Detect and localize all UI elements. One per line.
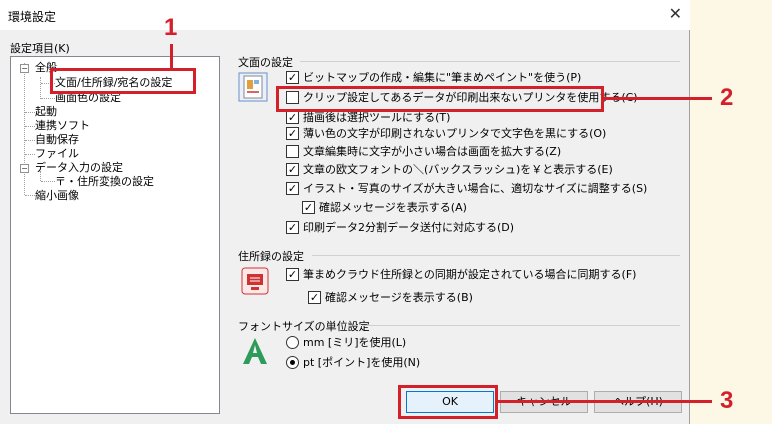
option-zoom-small-text[interactable]: 文章編集時に文字が小さい場合は画面を拡大する(Z) bbox=[286, 144, 561, 161]
tree-item-data-entry[interactable]: データ入力の設定 bbox=[35, 161, 123, 175]
checkbox[interactable]: ✓ bbox=[286, 110, 299, 124]
tree-label: 設定項目(K) bbox=[10, 42, 70, 55]
checkbox[interactable]: ✓ bbox=[286, 267, 299, 281]
section-title-bunmen: 文面の設定 bbox=[238, 56, 293, 69]
option-resize-images[interactable]: ✓ イラスト・写真のサイズが大きい場合に、適切なサイズに調整する(S) bbox=[286, 181, 647, 198]
font-size-icon bbox=[243, 338, 267, 364]
tree-item-linked-software[interactable]: 連携ソフト bbox=[35, 119, 90, 133]
radio-button[interactable] bbox=[286, 335, 299, 349]
checkbox[interactable]: ✓ bbox=[286, 162, 299, 176]
close-icon[interactable]: ✕ bbox=[669, 4, 682, 23]
radio-mm[interactable]: mm [ミリ]を使用(L) bbox=[286, 335, 406, 352]
tree-item-autosave[interactable]: 自動保存 bbox=[35, 133, 79, 147]
option-cloud-sync[interactable]: ✓ 筆まめクラウド住所録との同期が設定されている場合に同期する(F) bbox=[286, 267, 636, 284]
section-title-address: 住所録の設定 bbox=[238, 250, 304, 263]
tree-item-thumbnail[interactable]: 縮小画像 bbox=[35, 189, 79, 203]
section-title-font-unit: フォントサイズの単位設定 bbox=[238, 320, 370, 333]
checkbox[interactable]: ✓ bbox=[286, 126, 299, 140]
radio-button[interactable] bbox=[286, 355, 299, 369]
option-confirm-message-address[interactable]: ✓ 確認メッセージを表示する(B) bbox=[308, 290, 473, 307]
highlight-box-1 bbox=[50, 68, 196, 94]
option-backslash-yen[interactable]: ✓ 文章の欧文フォントの＼(バックスラッシュ)を￥と表示する(E) bbox=[286, 162, 613, 179]
checkbox[interactable]: ✓ bbox=[308, 290, 321, 304]
checkbox[interactable]: ✓ bbox=[302, 200, 315, 214]
window-title: 環境設定 bbox=[8, 10, 57, 24]
checkbox[interactable]: ✓ bbox=[286, 220, 299, 234]
callout-number-2: 2 bbox=[720, 84, 734, 111]
option-bitmap-paint[interactable]: ✓ ビットマップの作成・編集に"筆まめペイント"を使う(P) bbox=[286, 70, 581, 87]
tree-item-postal-conversion[interactable]: 〒・住所変換の設定 bbox=[55, 175, 154, 189]
settings-dialog: 環境設定 ✕ 設定項目(K) − 全般 文面/住所録/宛名の設定 画面色の設定 … bbox=[0, 0, 690, 424]
option-select-tool-after-draw[interactable]: ✓ 描画後は選択ツールにする(T) bbox=[286, 110, 450, 127]
highlight-box-2 bbox=[276, 86, 604, 112]
collapse-toggle-icon[interactable]: − bbox=[20, 64, 29, 73]
radio-pt[interactable]: pt [ポイント]を使用(N) bbox=[286, 355, 420, 372]
option-split-print-data[interactable]: ✓ 印刷データ2分割データ送付に対応する(D) bbox=[286, 220, 514, 237]
settings-tree[interactable]: − 全般 文面/住所録/宛名の設定 画面色の設定 起動 連携ソフト 自動保存 フ… bbox=[10, 56, 220, 414]
highlight-box-3 bbox=[398, 385, 498, 419]
callout-line-2 bbox=[604, 97, 712, 100]
title-bar: 環境設定 ✕ bbox=[0, 0, 690, 30]
callout-line-1 bbox=[170, 44, 173, 70]
callout-number-1: 1 bbox=[164, 14, 178, 41]
checkbox[interactable] bbox=[286, 144, 299, 158]
callout-line-3 bbox=[498, 400, 712, 403]
tree-item-startup[interactable]: 起動 bbox=[35, 105, 57, 119]
address-book-icon bbox=[241, 267, 269, 295]
tree-item-file[interactable]: ファイル bbox=[35, 147, 79, 161]
option-light-text-black[interactable]: ✓ 薄い色の文字が印刷されないプリンタで文字色を黒にする(O) bbox=[286, 126, 606, 143]
checkbox[interactable]: ✓ bbox=[286, 70, 299, 84]
document-settings-icon bbox=[238, 72, 268, 102]
callout-number-3: 3 bbox=[720, 387, 734, 414]
option-confirm-message-bunmen[interactable]: ✓ 確認メッセージを表示する(A) bbox=[302, 200, 467, 217]
collapse-toggle-icon[interactable]: − bbox=[20, 164, 29, 173]
checkbox[interactable]: ✓ bbox=[286, 181, 299, 195]
